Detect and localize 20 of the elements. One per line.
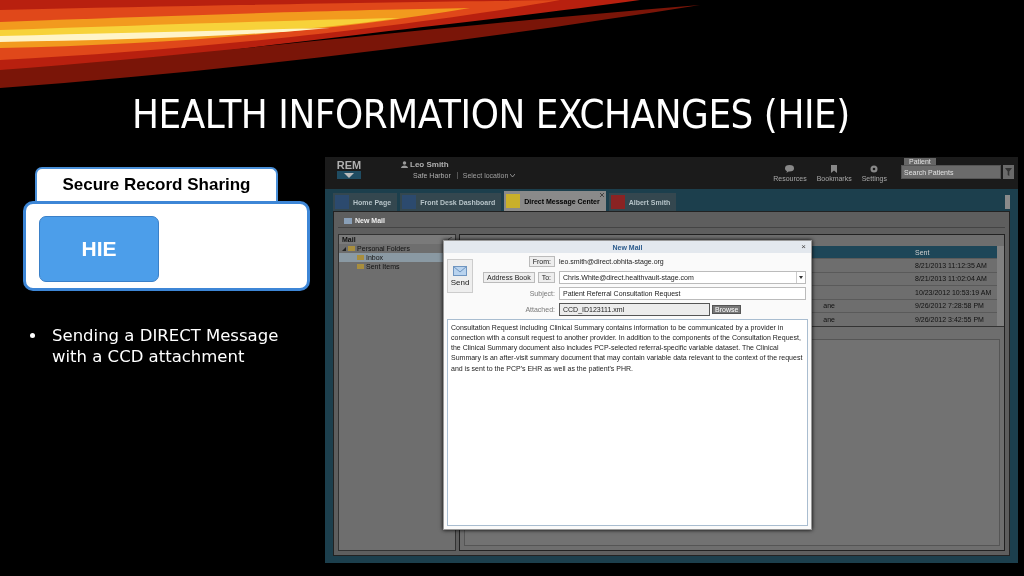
send-button[interactable]: Send [447, 259, 473, 293]
app-logo[interactable]: REM [333, 157, 365, 189]
expand-icon[interactable] [342, 246, 346, 251]
mail-icon [344, 217, 352, 224]
close-button[interactable]: × [801, 242, 806, 251]
bullet-text: Sending a DIRECT Message with a CCD attachment [52, 325, 280, 368]
envelope-icon [453, 265, 467, 276]
bookmark-icon [831, 164, 838, 173]
bullet-icon [30, 333, 35, 338]
user-icon [401, 161, 408, 168]
settings-icon [870, 164, 879, 173]
user-name[interactable]: Leo Smith [410, 160, 449, 169]
chat-icon [785, 164, 795, 173]
collapse-icon[interactable] [448, 237, 452, 242]
dropdown-icon[interactable] [799, 276, 803, 279]
scrollbar[interactable] [997, 246, 1004, 326]
filter-icon[interactable] [1003, 165, 1014, 179]
close-icon[interactable] [599, 193, 604, 197]
chevron-down-icon [510, 174, 516, 177]
slide-title: HEALTH INFORMATION EXCHANGES (HIE) [132, 92, 850, 139]
